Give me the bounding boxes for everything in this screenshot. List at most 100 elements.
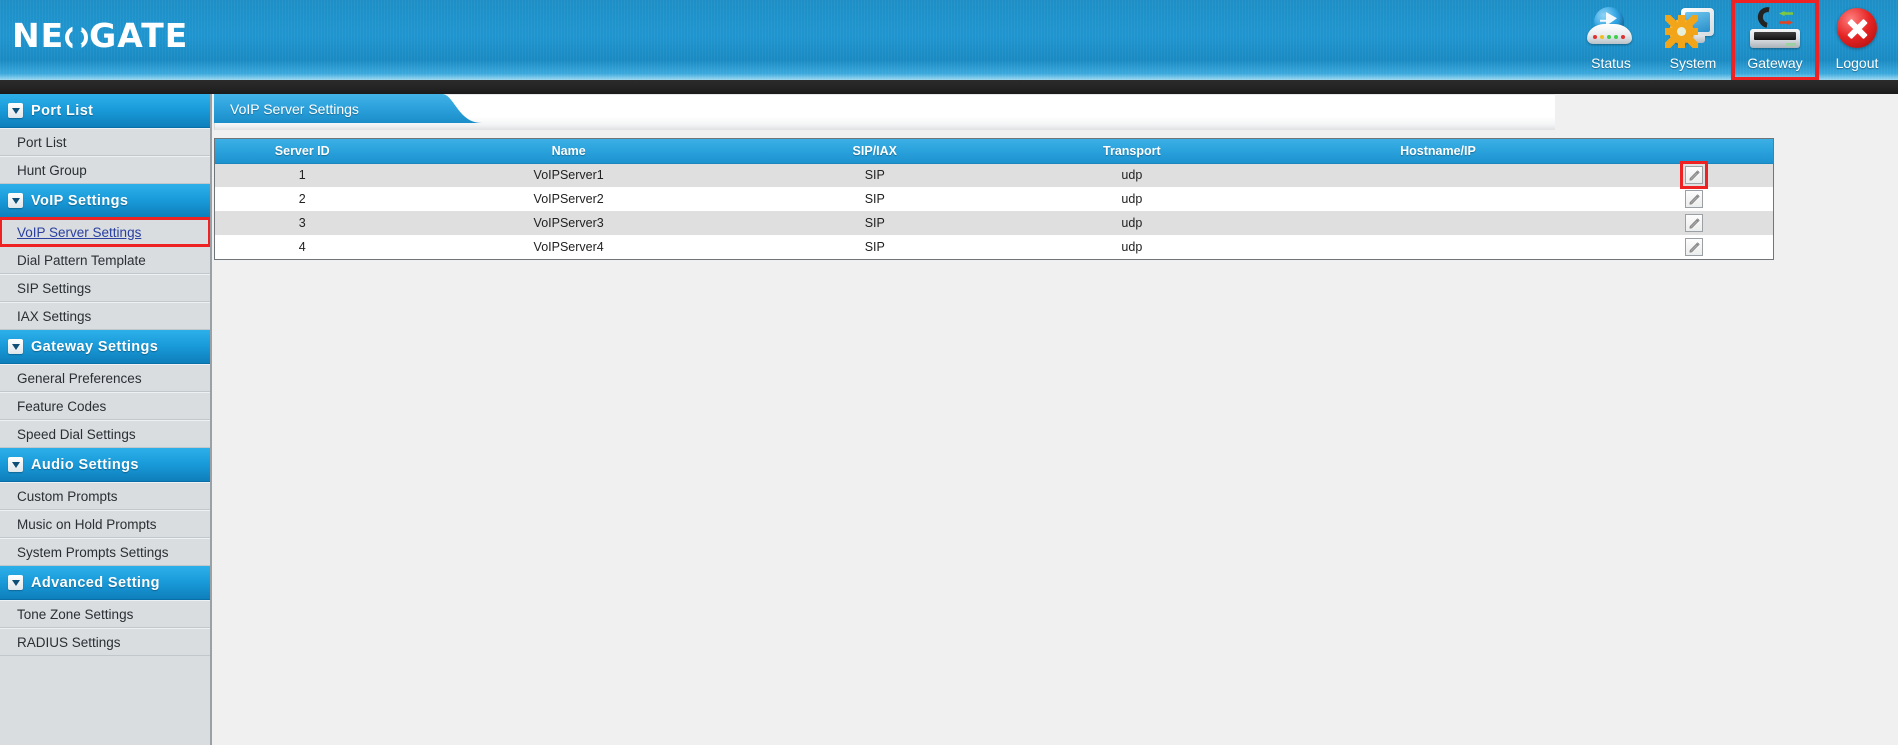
table-row[interactable]: 2 VoIPServer2 SIP udp (215, 187, 1773, 211)
cell-name: VoIPServer2 (389, 187, 748, 211)
sidebar-item-label: Feature Codes (17, 398, 107, 414)
nav-label-status: Status (1591, 55, 1631, 71)
column-header-server-id: Server ID (215, 139, 390, 164)
nav-label-system: System (1669, 55, 1717, 71)
sidebar-item-label: Tone Zone Settings (17, 606, 134, 622)
sidebar-group-voip-settings[interactable]: VoIP Settings (0, 184, 210, 218)
cell-transport: udp (1001, 163, 1262, 187)
pencil-edit-icon[interactable] (1684, 238, 1703, 256)
sidebar-item-system-prompts-settings[interactable]: System Prompts Settings (0, 538, 210, 566)
top-header-bar: NE GATE Status System Gateway Logout (0, 0, 1898, 80)
brand-logo: NE GATE (12, 17, 188, 55)
nav-label-gateway: Gateway (1747, 55, 1803, 71)
sidebar-item-iax-settings[interactable]: IAX Settings (0, 302, 210, 330)
column-header-name: Name (389, 139, 748, 164)
cell-hostname-ip (1261, 187, 1615, 211)
nav-item-gateway[interactable]: Gateway (1731, 0, 1819, 80)
sidebar-item-hunt-group[interactable]: Hunt Group (0, 156, 210, 184)
cell-actions (1614, 235, 1773, 259)
sidebar-item-speed-dial-settings[interactable]: Speed Dial Settings (0, 420, 210, 448)
sidebar-group-advanced-setting[interactable]: Advanced Setting (0, 566, 210, 600)
voip-server-table: Server ID Name SIP/IAX Transport Hostnam… (215, 139, 1773, 259)
cell-hostname-ip (1261, 211, 1615, 235)
header-divider-band (0, 80, 1898, 94)
cell-actions (1614, 161, 1773, 190)
nav-label-logout: Logout (1835, 55, 1879, 71)
sidebar-item-sip-settings[interactable]: SIP Settings (0, 274, 210, 302)
pencil-edit-icon[interactable] (1684, 166, 1703, 185)
table-header-row: Server ID Name SIP/IAX Transport Hostnam… (215, 139, 1773, 164)
chevron-down-icon (8, 575, 23, 590)
tab-voip-server-settings[interactable]: VoIP Server Settings (214, 94, 424, 123)
column-header-hostname-ip: Hostname/IP (1261, 139, 1615, 164)
sidebar-item-custom-prompts[interactable]: Custom Prompts (0, 482, 210, 510)
sidebar-item-dial-pattern-template[interactable]: Dial Pattern Template (0, 246, 210, 274)
edit-button-highlight (1679, 161, 1708, 190)
sidebar-group-label: VoIP Settings (31, 192, 129, 209)
sidebar-item-general-preferences[interactable]: General Preferences (0, 364, 210, 392)
cell-sip-iax: SIP (747, 187, 1002, 211)
cell-server-id: 4 (215, 235, 390, 259)
chevron-down-icon (8, 339, 23, 354)
sidebar-item-label: Hunt Group (17, 162, 87, 178)
cell-sip-iax: SIP (747, 163, 1002, 187)
pencil-edit-icon[interactable] (1684, 214, 1703, 232)
cell-actions (1614, 211, 1773, 235)
sidebar-item-port-list[interactable]: Port List (0, 128, 210, 156)
voip-server-table-container: Server ID Name SIP/IAX Transport Hostnam… (214, 138, 1774, 260)
cell-server-id: 1 (215, 163, 390, 187)
nav-item-system[interactable]: System (1652, 2, 1734, 78)
sidebar-item-voip-server-settings[interactable]: VoIP Server Settings (0, 217, 210, 247)
sidebar-item-label: RADIUS Settings (17, 634, 121, 650)
brand-logo-part2: GATE (89, 16, 189, 55)
nav-item-status[interactable]: Status (1570, 2, 1652, 78)
system-monitor-gear-icon (1663, 6, 1723, 52)
sidebar-group-label: Gateway Settings (31, 338, 159, 355)
sidebar-group-label: Advanced Setting (31, 574, 160, 591)
sidebar-item-label: Music on Hold Prompts (17, 516, 157, 532)
sidebar-group-port-list[interactable]: Port List (0, 94, 210, 128)
sidebar-item-label: VoIP Server Settings (17, 224, 142, 240)
sidebar-item-label: System Prompts Settings (17, 544, 169, 560)
cell-transport: udp (1001, 211, 1262, 235)
cell-server-id: 2 (215, 187, 390, 211)
content-panel-header: VoIP Server Settings (214, 94, 1555, 130)
top-navigation: Status System Gateway Logout (1570, 0, 1898, 80)
column-header-transport: Transport (1001, 139, 1262, 164)
nav-item-logout[interactable]: Logout (1816, 2, 1898, 78)
cell-sip-iax: SIP (747, 235, 1002, 259)
table-row[interactable]: 4 VoIPServer4 SIP udp (215, 235, 1773, 259)
cell-server-id: 3 (215, 211, 390, 235)
chevron-down-icon (8, 193, 23, 208)
column-header-actions (1614, 139, 1773, 164)
sidebar-item-music-on-hold-prompts[interactable]: Music on Hold Prompts (0, 510, 210, 538)
sidebar-item-feature-codes[interactable]: Feature Codes (0, 392, 210, 420)
cell-name: VoIPServer3 (389, 211, 748, 235)
tab-curve-decoration (424, 94, 484, 123)
sidebar-group-gateway-settings[interactable]: Gateway Settings (0, 330, 210, 364)
chevron-down-icon (8, 457, 23, 472)
pencil-edit-icon[interactable] (1684, 190, 1703, 208)
chevron-down-icon (8, 103, 23, 118)
sidebar-item-tone-zone-settings[interactable]: Tone Zone Settings (0, 600, 210, 628)
cell-hostname-ip (1261, 163, 1615, 187)
cell-name: VoIPServer4 (389, 235, 748, 259)
sidebar-group-audio-settings[interactable]: Audio Settings (0, 448, 210, 482)
table-row[interactable]: 3 VoIPServer3 SIP udp (215, 211, 1773, 235)
sidebar-item-label: General Preferences (17, 370, 142, 386)
gateway-device-icon (1745, 3, 1805, 52)
logout-close-icon (1827, 6, 1887, 52)
table-row[interactable]: 1 VoIPServer1 SIP udp (215, 161, 1773, 190)
cell-transport: udp (1001, 187, 1262, 211)
sidebar-item-radius-settings[interactable]: RADIUS Settings (0, 628, 210, 656)
brand-logo-ring-icon (65, 26, 89, 49)
cell-transport: udp (1001, 235, 1262, 259)
edit-button-wrap (1683, 236, 1705, 258)
sidebar-item-label: Dial Pattern Template (17, 252, 146, 268)
sidebar-item-label: Speed Dial Settings (17, 426, 136, 442)
sidebar-group-label: Audio Settings (31, 456, 139, 473)
sidebar-item-label: Custom Prompts (17, 488, 118, 504)
brand-logo-part1: NE (12, 16, 65, 55)
cell-hostname-ip (1261, 235, 1615, 259)
sidebar-item-label: SIP Settings (17, 280, 92, 296)
